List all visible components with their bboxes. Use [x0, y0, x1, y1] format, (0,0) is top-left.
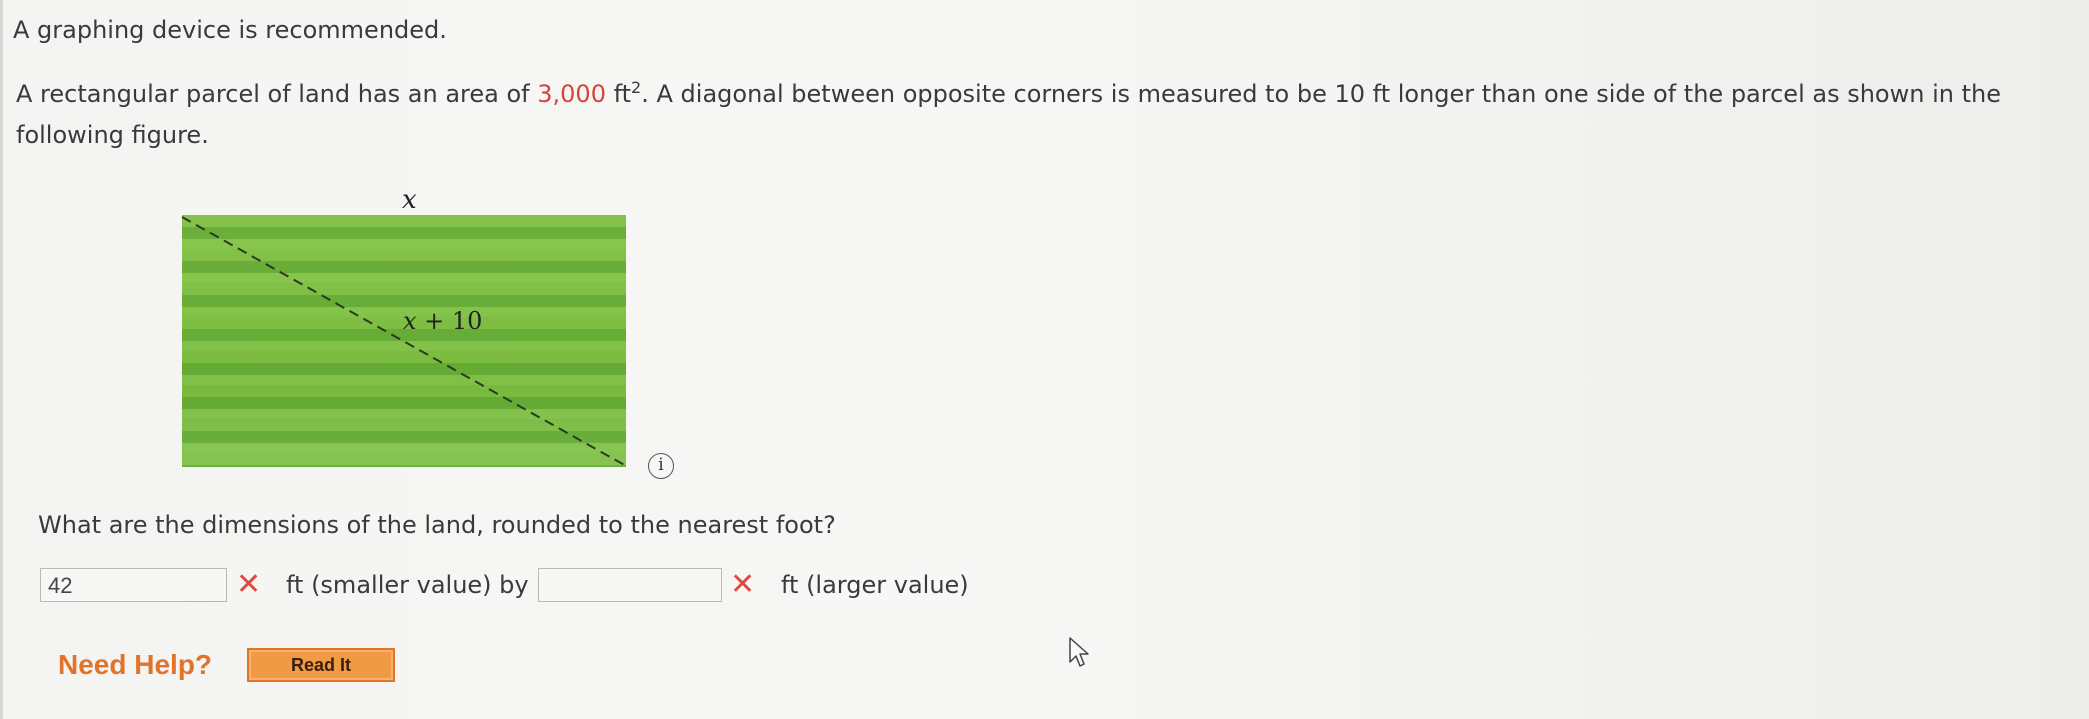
wrong-mark-icon: ✕: [236, 567, 262, 602]
smaller-value-unit: ft (smaller value) by: [286, 571, 529, 599]
diagonal-label-var: x: [403, 307, 417, 335]
mouse-cursor-icon: [1069, 637, 1089, 667]
area-exponent: 2: [631, 78, 642, 97]
smaller-value-input[interactable]: 42: [40, 568, 227, 602]
answer-row: 42 ✕ ft (smaller value) by ✕ ft (larger …: [40, 568, 1040, 604]
question-text: What are the dimensions of the land, rou…: [38, 511, 836, 539]
page-left-border: [0, 0, 3, 719]
read-it-button[interactable]: Read It: [247, 648, 395, 682]
area-unit: ft: [605, 80, 632, 108]
larger-value-input[interactable]: [538, 568, 722, 602]
intro-text: A graphing device is recommended.: [13, 16, 447, 44]
need-help-label: Need Help?: [58, 649, 213, 680]
problem-text: A rectangular parcel of land has an area…: [16, 74, 2016, 156]
wrong-mark-icon: ✕: [730, 567, 756, 602]
area-value: 3,000: [537, 80, 606, 108]
land-figure: x x + 10: [180, 185, 680, 475]
info-icon[interactable]: i: [648, 453, 674, 479]
diagonal-label-rest: + 10: [416, 307, 483, 335]
problem-text-part1: A rectangular parcel of land has an area…: [16, 80, 538, 108]
diagonal-label: x + 10: [403, 307, 482, 335]
larger-value-unit: ft (larger value): [781, 571, 969, 599]
